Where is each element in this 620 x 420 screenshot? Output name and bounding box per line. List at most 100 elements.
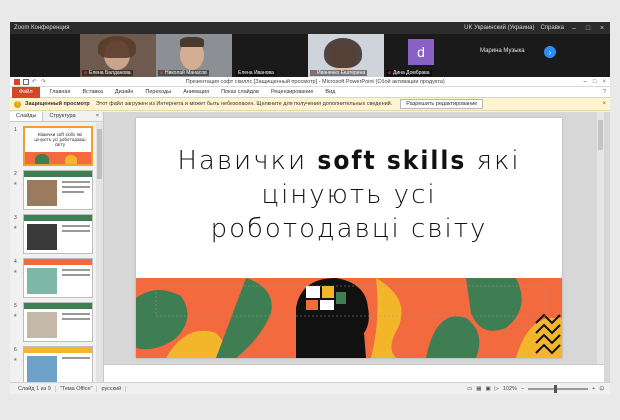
- participant-name-only[interactable]: Марина Музыка: [480, 48, 525, 54]
- participant-tile[interactable]: Елена Иванова: [232, 34, 308, 77]
- ribbon-tabs: Файл Главная Вставка Дизайн Переходы Ани…: [10, 86, 610, 98]
- slide-number: 3: [14, 215, 17, 221]
- slide-title-line2: роботодавці світу: [210, 214, 488, 244]
- slide-thumbnail[interactable]: [23, 214, 93, 254]
- minimize-icon[interactable]: –: [584, 79, 587, 85]
- slide-thumbnail[interactable]: Навички soft skills які цінують усі робо…: [23, 126, 93, 166]
- animation-star-icon: ★: [13, 313, 18, 319]
- tab-file[interactable]: Файл: [12, 86, 40, 98]
- participant-tile[interactable]: ⌀ Иваненко Екатерина: [308, 34, 384, 77]
- protected-view-title: Защищенный просмотр: [25, 101, 90, 107]
- thumbnail-row[interactable]: 3 ★: [10, 213, 96, 257]
- tab-home[interactable]: Главная: [44, 89, 77, 95]
- slide-thumbnail[interactable]: [23, 170, 93, 210]
- mic-muted-icon: ⌀: [312, 70, 316, 76]
- art-puzzle-piece: [336, 292, 346, 304]
- slide-thumbnail[interactable]: [23, 302, 93, 342]
- protected-view-text[interactable]: Этот файл загружен из Интернета и может …: [96, 101, 393, 107]
- slide-thumbnail[interactable]: [23, 346, 93, 382]
- thumbnail-text: [62, 186, 90, 188]
- tab-animations[interactable]: Анимация: [177, 89, 215, 95]
- thumbnail-row[interactable]: 6 ★: [10, 345, 96, 382]
- zoom-slider[interactable]: [528, 384, 589, 393]
- tab-review[interactable]: Рецензирование: [265, 89, 319, 95]
- powerpoint-window: ↶ ↷ Презентация софт скиллс [Защищенный …: [10, 77, 610, 394]
- current-slide[interactable]: Навички soft skills які цінують усі робо…: [136, 118, 562, 358]
- maximize-icon[interactable]: □: [584, 25, 592, 32]
- quick-access-toolbar: ↶ ↷: [14, 78, 47, 85]
- slide-title-line1: Навички soft skills які цінують усі: [177, 146, 521, 210]
- tab-design[interactable]: Дизайн: [109, 89, 140, 95]
- tab-outline[interactable]: Структура: [43, 112, 81, 121]
- thumbnail-text: [62, 313, 90, 315]
- fit-slide-icon[interactable]: ⊡: [599, 386, 604, 392]
- normal-view-icon[interactable]: ▭: [467, 386, 472, 392]
- thumbnail-text: [62, 269, 90, 271]
- save-icon[interactable]: [23, 78, 29, 85]
- zoom-slider-handle[interactable]: [554, 384, 558, 393]
- slide-number: 4: [14, 259, 17, 265]
- tab-slideshow[interactable]: Показ слайдов: [215, 89, 265, 95]
- slide-thumbnail[interactable]: [23, 258, 93, 298]
- tab-slides[interactable]: Слайды: [10, 112, 44, 121]
- thumbnail-photo: [27, 312, 57, 338]
- animation-star-icon: ★: [13, 181, 18, 187]
- sorter-view-icon[interactable]: ▦: [476, 386, 481, 392]
- language-status[interactable]: русский: [97, 385, 127, 392]
- participant-name: ⌀ Дина Домбрава: [386, 70, 432, 76]
- participant-avatar: d: [408, 39, 434, 65]
- thumbnail-row[interactable]: 2 ★: [10, 169, 96, 213]
- participant-tile[interactable]: ⌀ Николай Манасов: [156, 34, 232, 77]
- close-icon[interactable]: ×: [598, 25, 606, 32]
- enable-editing-button[interactable]: Разрешить редактирование: [400, 99, 484, 109]
- mic-muted-icon: ⌀: [160, 70, 164, 76]
- tab-view[interactable]: Вид: [319, 89, 341, 95]
- participant-name: ⌀ Елена Балданова: [82, 70, 133, 76]
- shield-icon: !: [14, 100, 21, 108]
- tab-insert[interactable]: Вставка: [76, 89, 108, 95]
- thumbnail-row[interactable]: 4 ★: [10, 257, 96, 301]
- thumbnail-art: [24, 303, 92, 309]
- close-panel-icon[interactable]: ×: [92, 112, 103, 121]
- next-participants-icon[interactable]: ›: [544, 46, 556, 58]
- thumbnail-row[interactable]: 1 Навички soft skills які цінують усі ро…: [10, 125, 96, 169]
- participant-tile[interactable]: d ⌀ Дина Домбрава: [384, 34, 460, 77]
- thumbnail-text: [62, 225, 90, 227]
- status-bar: Слайд 1 из 9 "Тема Office" русский ▭ ▦ ▣…: [10, 382, 610, 394]
- slide-number: 1: [14, 127, 17, 133]
- reading-view-icon[interactable]: ▣: [485, 386, 490, 392]
- thumbnail-photo: [27, 268, 57, 294]
- zoom-in-icon[interactable]: +: [592, 386, 595, 392]
- minimize-icon[interactable]: –: [570, 25, 578, 32]
- undo-icon[interactable]: ↶: [32, 79, 38, 85]
- scrollbar-thumb[interactable]: [97, 129, 102, 179]
- animation-star-icon: ★: [13, 225, 18, 231]
- tab-transitions[interactable]: Переходы: [139, 89, 177, 95]
- participant-tile[interactable]: ⌀ Елена Балданова: [80, 34, 156, 77]
- slide-scrollbar[interactable]: [597, 112, 604, 382]
- close-icon[interactable]: ×: [602, 101, 606, 107]
- help-icon[interactable]: ?: [603, 89, 610, 95]
- animation-star-icon: ★: [13, 357, 18, 363]
- thumbnail-row[interactable]: 5 ★: [10, 301, 96, 345]
- language-indicator[interactable]: UK Украинский (Украина): [464, 25, 534, 31]
- thumbnail-art: [24, 347, 92, 353]
- zoom-out-icon[interactable]: −: [521, 386, 524, 392]
- notes-pane[interactable]: [104, 364, 604, 382]
- scrollbar-thumb[interactable]: [598, 120, 603, 150]
- thumbnails-scrollbar[interactable]: [96, 123, 103, 382]
- close-icon[interactable]: ×: [602, 79, 606, 85]
- slide-number: 5: [14, 303, 17, 309]
- art-puzzle-piece: [320, 300, 334, 310]
- ppt-window-controls: – □ ×: [584, 79, 606, 85]
- help-link[interactable]: Справка: [540, 25, 564, 31]
- slide-title[interactable]: Навички soft skills які цінують усі робо…: [136, 144, 562, 246]
- maximize-icon[interactable]: □: [593, 79, 597, 85]
- slideshow-view-icon[interactable]: ▷: [495, 386, 499, 392]
- mic-muted-icon: ⌀: [84, 70, 88, 76]
- zoom-level[interactable]: 102%: [503, 386, 517, 392]
- slides-panel: Слайды Структура × 1 Навички soft skills…: [10, 112, 104, 382]
- art-puzzle-piece: [306, 286, 320, 298]
- thumbnail-photo: [27, 224, 57, 250]
- thumbnail-text: [62, 230, 90, 232]
